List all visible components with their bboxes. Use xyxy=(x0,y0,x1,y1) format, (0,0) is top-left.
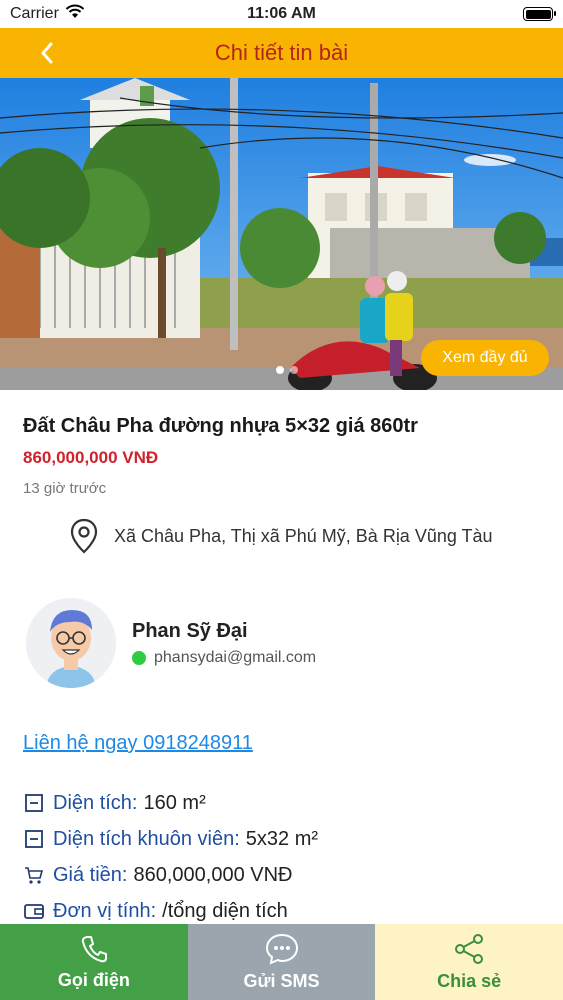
phone-icon xyxy=(81,935,107,962)
carousel-dot[interactable] xyxy=(290,366,298,374)
spec-value: 160 m² xyxy=(143,791,206,814)
avatar xyxy=(26,598,116,688)
spec-label: Đơn vị tính: xyxy=(53,899,157,922)
spec-row: Diện tích khuôn viên: 5x32 m² xyxy=(23,821,318,857)
spec-row: Giá tiền: 860,000,000 VNĐ xyxy=(23,857,318,893)
posted-time: 13 giờ trước xyxy=(23,480,107,497)
spec-row: Diện tích: 160 m² xyxy=(23,785,318,821)
online-status-dot xyxy=(132,650,146,665)
chevron-left-icon xyxy=(41,42,53,64)
address-text: Xã Châu Pha, Thị xã Phú Mỹ, Bà Rịa Vũng … xyxy=(114,525,493,546)
seller-card[interactable]: Phan Sỹ Đại phansydai@gmail.com xyxy=(26,598,316,688)
carousel-dot[interactable] xyxy=(276,366,284,374)
spec-label: Giá tiền: xyxy=(53,863,128,886)
carousel-dots xyxy=(276,366,298,374)
wifi-icon xyxy=(65,4,85,24)
minus-box-icon xyxy=(23,828,45,850)
cart-icon xyxy=(23,864,45,886)
listing-title: Đất Châu Pha đường nhựa 5×32 giá 860tr xyxy=(23,415,418,437)
seller-name: Phan Sỹ Đại xyxy=(132,619,248,642)
share-button[interactable]: Chia sẻ xyxy=(375,924,563,1000)
spec-label: Diện tích khuôn viên: xyxy=(53,827,240,850)
specs-list: Diện tích: 160 m² Diện tích khuôn viên: … xyxy=(23,785,318,929)
share-icon xyxy=(455,933,484,964)
address-row[interactable]: Xã Châu Pha, Thị xã Phú Mỹ, Bà Rịa Vũng … xyxy=(70,518,493,554)
spec-value: 5x32 m² xyxy=(245,827,319,850)
listing-price: 860,000,000 VNĐ xyxy=(23,448,159,467)
page-title: Chi tiết tin bài xyxy=(214,40,349,65)
listing-photo-carousel[interactable]: Xem đầy đủ xyxy=(0,78,563,390)
nav-header: Chi tiết tin bài xyxy=(0,28,563,78)
view-full-button[interactable]: Xem đầy đủ xyxy=(421,340,549,376)
location-pin-icon xyxy=(70,518,98,554)
carrier-label: Carrier xyxy=(10,5,59,22)
share-label: Chia sẻ xyxy=(437,970,502,991)
avatar-illustration xyxy=(26,598,116,688)
call-button[interactable]: Gọi điện xyxy=(0,924,188,1000)
chat-bubble-icon xyxy=(265,933,298,965)
back-button[interactable] xyxy=(30,36,64,70)
sms-button[interactable]: Gửi SMS xyxy=(187,924,376,1000)
minus-box-icon xyxy=(23,792,45,814)
spec-label: Diện tích: xyxy=(53,791,138,814)
sms-label: Gửi SMS xyxy=(243,970,320,991)
wallet-icon xyxy=(23,900,45,922)
call-label: Gọi điện xyxy=(57,969,130,990)
bottom-action-bar: Gọi điện Gửi SMS Chia sẻ xyxy=(0,924,563,1000)
spec-value: 860,000,000 VNĐ xyxy=(133,863,293,886)
battery-icon xyxy=(523,7,556,21)
status-bar: Carrier 11:06 AM xyxy=(0,0,563,28)
spec-value: /tổng diện tích xyxy=(162,899,288,922)
seller-email: phansydai@gmail.com xyxy=(154,648,317,666)
contact-phone-link[interactable]: Liên hệ ngay 0918248911 xyxy=(23,732,253,755)
